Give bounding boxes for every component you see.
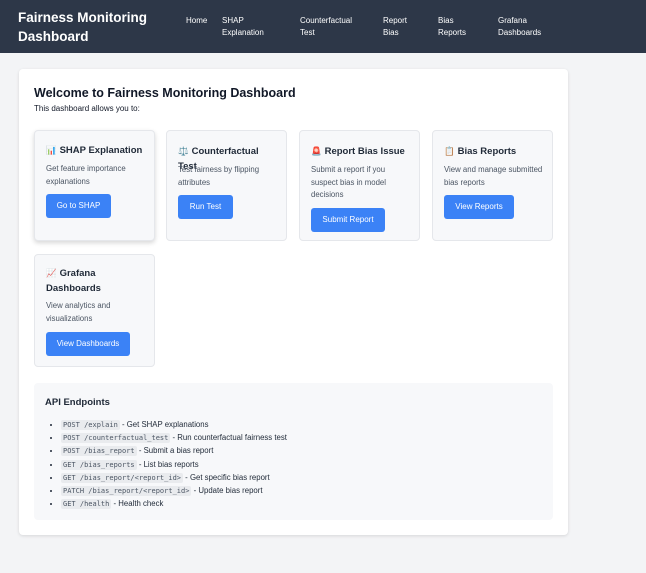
- nav-link-home[interactable]: Home: [186, 15, 207, 27]
- page-title: Welcome to Fairness Monitoring Dashboard: [34, 86, 296, 100]
- api-endpoint-code: POST /counterfactual_test: [61, 433, 171, 444]
- api-endpoint-code: GET /bias_report/<report_id>: [61, 472, 184, 483]
- feature-card-bias-reports: 📋 Bias Reports View and manage submitted …: [432, 130, 553, 241]
- bar-chart-icon: 📊: [46, 145, 57, 155]
- feature-card-shap: 📊 SHAP Explanation Get feature importance…: [34, 130, 155, 241]
- api-endpoint-list: POST /explain - Get SHAP explanations PO…: [61, 418, 287, 510]
- feature-card-description: Test fairness by flipping attributes: [178, 165, 260, 187]
- view-reports-button[interactable]: View Reports: [444, 195, 514, 219]
- nav-link-grafana-dashboards[interactable]: Grafana Dashboards: [498, 15, 541, 39]
- api-endpoints-title: API Endpoints: [45, 397, 110, 408]
- api-endpoints-panel: API Endpoints POST /explain - Get SHAP e…: [34, 383, 553, 520]
- feature-card-title: 📋 Bias Reports: [444, 146, 517, 157]
- scales-icon: ⚖️: [178, 146, 189, 156]
- run-test-button[interactable]: Run Test: [178, 195, 233, 219]
- feature-card-counterfactual: ⚖️ Counterfactual Test Test fairness by f…: [166, 130, 287, 241]
- feature-card-title: 📈 Grafana Dashboards: [46, 268, 101, 294]
- nav-link-report-bias[interactable]: Report Bias: [383, 15, 407, 39]
- submit-report-button[interactable]: Submit Report: [311, 208, 385, 232]
- alert-siren-icon: 🚨: [311, 146, 322, 156]
- nav-link-bias-reports[interactable]: Bias Reports: [438, 15, 466, 39]
- view-dashboards-button[interactable]: View Dashboards: [46, 332, 130, 356]
- page-subtitle: This dashboard allows you to:: [34, 104, 140, 113]
- api-endpoint-item: POST /bias_report - Submit a bias report: [61, 444, 287, 457]
- feature-card-description: Get feature importance explanations: [46, 164, 126, 186]
- clipboard-icon: 📋: [444, 146, 455, 156]
- feature-card-grafana: 📈 Grafana Dashboards View analytics and v…: [34, 254, 155, 367]
- api-endpoint-code: GET /bias_reports: [61, 459, 137, 470]
- line-chart-icon: 📈: [46, 268, 57, 278]
- api-endpoint-code: POST /bias_report: [61, 446, 137, 457]
- feature-card-report-bias: 🚨 Report Bias Issue Submit a report if yo…: [299, 130, 420, 241]
- brand-title[interactable]: Fairness Monitoring Dashboard: [18, 8, 168, 46]
- api-endpoint-item: GET /health - Health check: [61, 497, 287, 510]
- feature-card-description: View analytics and visualizations: [46, 301, 111, 323]
- go-to-shap-button[interactable]: Go to SHAP: [46, 194, 111, 218]
- api-endpoint-code: POST /explain: [61, 420, 120, 430]
- top-navbar: Fairness Monitoring Dashboard Home SHAP E…: [0, 0, 646, 53]
- api-endpoint-code: PATCH /bias_report/<report_id>: [61, 485, 192, 496]
- feature-card-title: 🚨 Report Bias Issue: [311, 146, 405, 157]
- api-endpoint-code: GET /health: [61, 499, 112, 510]
- api-endpoint-item: POST /explain - Get SHAP explanations: [61, 418, 287, 431]
- feature-card-description: View and manage submitted bias reports: [444, 165, 543, 187]
- api-endpoint-item: GET /bias_report/<report_id> - Get speci…: [61, 471, 287, 484]
- api-endpoint-item: PATCH /bias_report/<report_id> - Update …: [61, 484, 287, 497]
- nav-link-shap-explanation[interactable]: SHAP Explanation: [222, 15, 264, 39]
- api-endpoint-item: GET /bias_reports - List bias reports: [61, 458, 287, 471]
- nav-link-counterfactual-test[interactable]: Counterfactual Test: [300, 15, 352, 39]
- feature-card-title: 📊 SHAP Explanation: [46, 145, 143, 156]
- api-endpoint-item: POST /counterfactual_test - Run counterf…: [61, 431, 287, 444]
- feature-card-description: Submit a report if you suspect bias in m…: [311, 165, 386, 199]
